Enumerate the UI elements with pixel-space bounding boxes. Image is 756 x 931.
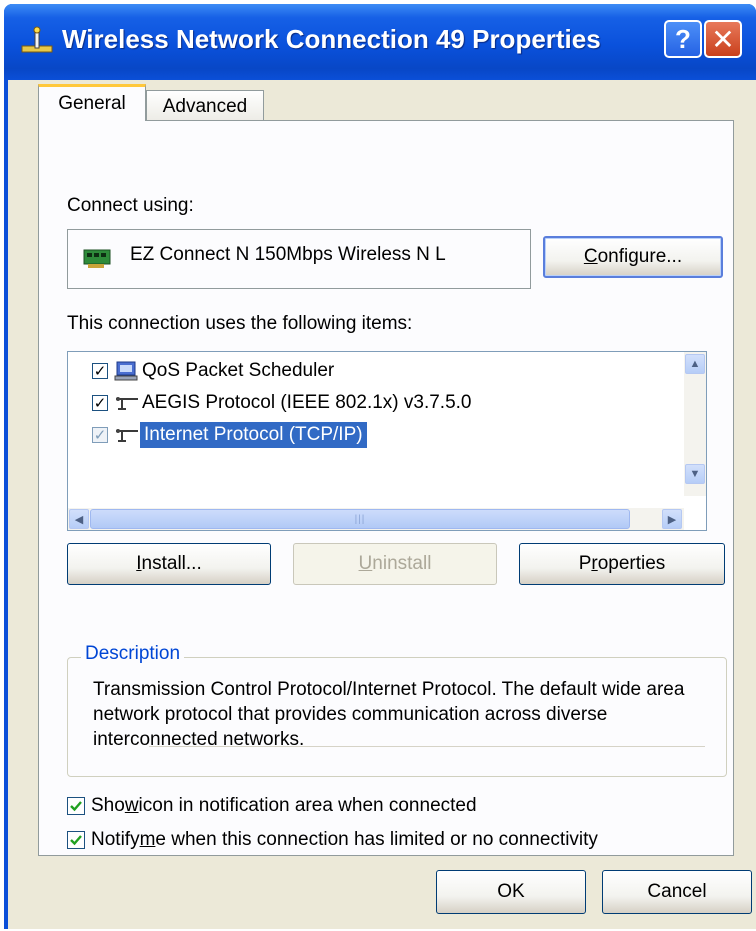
configure-accel: C [583, 246, 598, 267]
list-item[interactable]: ✓ Internet Protocol (TCP/IP) [92, 420, 368, 450]
notify-checkbox[interactable] [67, 831, 85, 849]
list-item[interactable]: ✓ AEGIS Protocol (IEEE 802.1x) v3.7.5.0 [92, 388, 472, 418]
scroll-right-button[interactable]: ▶ [662, 509, 682, 529]
item-label: QoS Packet Scheduler [142, 360, 335, 381]
notify-option[interactable]: Notify me when this connection has limit… [67, 829, 598, 851]
title-bar[interactable]: Wireless Network Connection 49 Propertie… [4, 4, 756, 80]
tab-advanced[interactable]: Advanced [146, 90, 264, 122]
scroll-left-button[interactable]: ◀ [69, 509, 89, 529]
cancel-button[interactable]: Cancel [602, 870, 752, 914]
scroll-down-button[interactable]: ▼ [685, 464, 705, 484]
checkmark-icon [70, 835, 82, 846]
horizontal-scrollbar[interactable]: ◀ ||| ▶ [68, 508, 684, 530]
network-connection-icon [21, 26, 53, 53]
properties-dialog: Wireless Network Connection 49 Propertie… [4, 4, 756, 929]
connect-using-label: Connect using: [67, 195, 194, 216]
show-icon-checkbox[interactable] [67, 797, 85, 815]
separator [149, 746, 705, 747]
scroll-up-button[interactable]: ▲ [685, 354, 705, 374]
protocol-icon [116, 397, 138, 410]
tab-advanced-label: Advanced [162, 95, 248, 117]
adapter-box: EZ Connect N 150Mbps Wireless N L [67, 229, 531, 289]
scheduler-icon [114, 361, 138, 381]
item-label-selected: Internet Protocol (TCP/IP) [139, 421, 368, 449]
help-button[interactable]: ? [664, 20, 702, 58]
items-label: This connection uses the following items… [67, 313, 413, 334]
notify-accel: m [139, 829, 156, 850]
help-icon: ? [675, 23, 691, 54]
properties-button[interactable]: Pr operties [519, 543, 725, 585]
list-item[interactable]: ✓ QoS Packet Scheduler [92, 356, 334, 386]
description-text: Transmission Control Protocol/Internet P… [93, 679, 685, 750]
item-checkbox[interactable]: ✓ [92, 363, 108, 379]
adapter-name: EZ Connect N 150Mbps Wireless N L [130, 244, 446, 265]
install-button[interactable]: Install... [67, 543, 271, 585]
window-title: Wireless Network Connection 49 Propertie… [62, 24, 601, 54]
components-list[interactable]: ✓ QoS Packet Scheduler ✓ AEGIS Protocol … [67, 351, 707, 531]
general-tab-panel: Connect using: EZ Connect N 150Mbps Wire… [38, 120, 734, 856]
item-label: AEGIS Protocol (IEEE 802.1x) v3.7.5.0 [142, 392, 472, 413]
item-checkbox[interactable]: ✓ [92, 395, 108, 411]
show-icon-option[interactable]: Sho w icon in notification area when conn… [67, 795, 477, 817]
close-button[interactable]: ✕ [704, 20, 742, 58]
scroll-thumb[interactable]: ||| [90, 509, 630, 529]
vertical-scrollbar[interactable]: ▲ ▼ [684, 352, 706, 496]
network-adapter-icon [83, 249, 111, 268]
tab-general[interactable]: General [38, 84, 146, 121]
item-checkbox[interactable]: ✓ [92, 427, 108, 443]
uninstall-accel: U [358, 553, 373, 574]
configure-button[interactable]: Configure... [543, 236, 723, 278]
description-legend: Description [81, 643, 185, 665]
checkmark-icon [70, 801, 82, 812]
show-icon-accel: w [124, 795, 139, 816]
close-icon: ✕ [711, 23, 735, 55]
protocol-icon [116, 429, 138, 442]
uninstall-button[interactable]: Uninstall [293, 543, 497, 585]
dialog-client-area: General Advanced Connect using: EZ Conne… [8, 80, 756, 929]
tab-general-label: General [58, 93, 126, 114]
ok-button[interactable]: OK [436, 870, 586, 914]
